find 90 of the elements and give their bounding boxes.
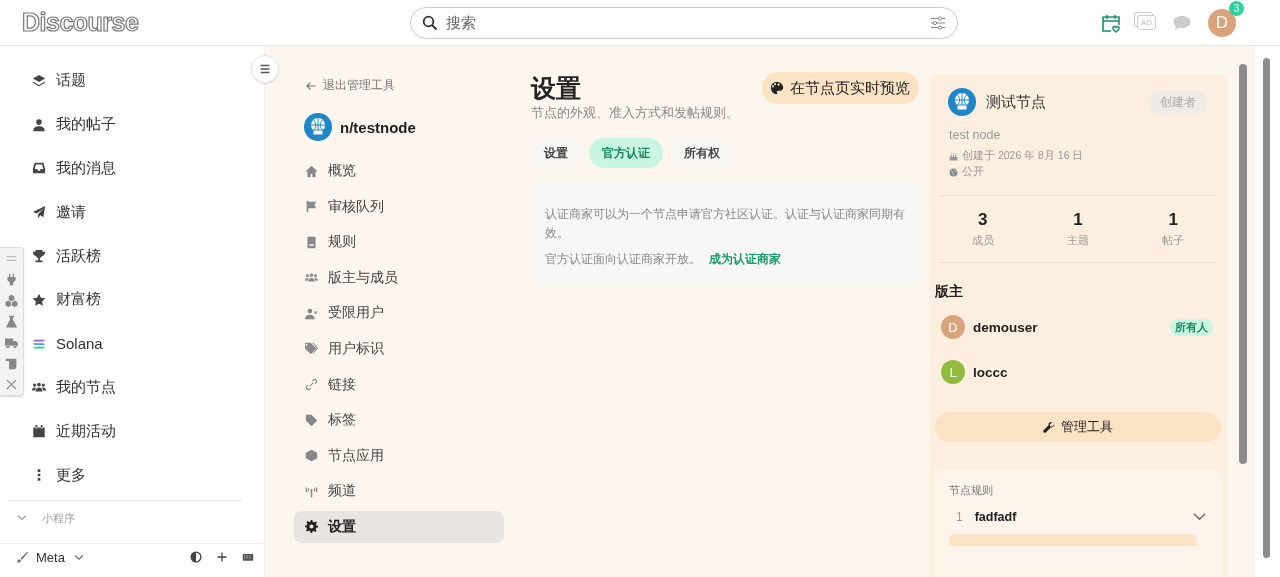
stat-value: 1 — [1073, 210, 1083, 230]
person-icon — [32, 117, 46, 132]
tab[interactable]: 所有权 — [671, 138, 733, 168]
stat-label: 主题 — [1067, 233, 1089, 248]
username[interactable]: demouser — [973, 319, 1038, 335]
link-icon — [305, 378, 318, 392]
contrast-icon[interactable] — [190, 551, 202, 564]
admin-nav-item[interactable]: 用户标识 — [294, 332, 504, 365]
sidebar-item[interactable]: 更多 — [32, 453, 264, 497]
stat-label: 帖子 — [1162, 233, 1185, 248]
back-link[interactable]: 退出管理工具 — [305, 77, 504, 94]
scroll-icon[interactable] — [5, 357, 18, 370]
cube-icon — [305, 449, 318, 463]
calendar-icon — [32, 424, 46, 439]
wrench-icon — [1043, 421, 1055, 433]
plug-icon[interactable] — [5, 273, 18, 286]
trophy-icon — [32, 249, 46, 264]
palette-icon — [770, 81, 784, 95]
rules-heading: 节点规则 — [949, 484, 994, 498]
plus-icon[interactable] — [216, 551, 228, 564]
menu-icon — [258, 62, 272, 76]
cubes-icon[interactable] — [5, 294, 18, 307]
info-note: 官方认证面向认证商家开放。 — [545, 251, 701, 268]
admin-nav-item[interactable]: 审核队列 — [294, 190, 504, 223]
gear-icon — [305, 520, 318, 534]
truck-icon[interactable] — [5, 336, 18, 349]
star-icon — [32, 292, 46, 307]
stat-value: 3 — [977, 210, 988, 230]
globe-logo-icon — [304, 113, 332, 141]
admin-nav-item[interactable]: 受限用户 — [294, 297, 504, 330]
sidebar-item[interactable]: 我的消息 — [32, 146, 264, 191]
admin-nav-item[interactable]: 标签 — [294, 404, 504, 437]
person-x-icon — [305, 306, 318, 320]
notification-count: 3 — [1229, 0, 1244, 16]
admin-nav-item[interactable]: 版主与成员 — [294, 261, 504, 294]
node-title: 测试节点 — [986, 92, 1046, 112]
sidebar-item[interactable]: 我的帖子 — [32, 102, 264, 147]
tag-icon — [305, 413, 318, 427]
visibility-label: 公开 — [962, 165, 984, 179]
calendar-heart-icon[interactable] — [1100, 12, 1121, 33]
globe-logo-icon — [948, 88, 976, 116]
owner-badge: 所有人 — [1170, 318, 1213, 336]
book-icon — [305, 235, 318, 249]
layers-icon — [32, 73, 46, 88]
page-title: 设置 — [531, 73, 581, 104]
close-icon[interactable] — [5, 378, 18, 391]
sidebar-item[interactable]: 近期活动 — [32, 409, 264, 454]
tab[interactable]: 官方认证 — [589, 138, 663, 168]
sidebar-item[interactable]: 财富榜 — [32, 278, 264, 322]
paper-plane-icon — [32, 205, 46, 220]
keyboard-icon[interactable] — [242, 551, 254, 564]
node-name: n/testnode — [340, 118, 416, 136]
filter-sliders-icon[interactable] — [930, 14, 946, 31]
sidebar-item[interactable]: Solana — [32, 321, 264, 366]
logo[interactable]: Discourse — [22, 8, 410, 37]
antenna-icon — [305, 484, 318, 498]
moderators-heading: 版主 — [935, 283, 964, 301]
info-text: 认证商家可以为一个节点申请官方社区认证。认证与认证商家同期有效。 — [545, 206, 905, 242]
inbox-icon — [32, 161, 46, 176]
rule-item[interactable]: 1 fadfadf — [949, 509, 1207, 524]
theme-selector[interactable]: Meta — [16, 549, 85, 565]
flag-icon — [305, 200, 318, 214]
sidebar-item[interactable]: 邀请 — [32, 190, 264, 235]
preview-button[interactable]: 在节点页实时预览 — [762, 72, 919, 104]
home-icon — [305, 164, 318, 178]
people-icon — [305, 271, 318, 285]
sidebar-item[interactable]: 活跃榜 — [32, 234, 264, 278]
username[interactable]: loccc — [973, 364, 1008, 380]
created-date: 创建于 2026 年 8月 16 日 — [962, 149, 1084, 163]
flask-icon[interactable] — [5, 315, 18, 328]
admin-nav-item[interactable]: 链接 — [294, 368, 504, 401]
brush-icon — [16, 551, 28, 564]
role-badge: 创建者 — [1149, 89, 1207, 115]
tags-icon — [305, 342, 318, 356]
admin-nav-item[interactable]: 频道 — [294, 475, 504, 508]
stat-label: 成员 — [971, 233, 994, 248]
admin-tools-button[interactable]: 管理工具 — [935, 412, 1221, 442]
cake-icon — [949, 151, 958, 161]
sidebar-item[interactable]: 我的节点 — [32, 365, 264, 410]
search-field[interactable]: 搜索 — [410, 6, 958, 39]
admin-nav-item[interactable]: 设置 — [294, 510, 504, 543]
page-subtitle: 节点的外观、准入方式和发帖规则。 — [531, 104, 740, 122]
admin-nav-item[interactable]: 概览 — [294, 155, 504, 187]
globe-icon — [949, 167, 958, 177]
node-description: test node — [949, 128, 1002, 142]
arrow-left-icon — [305, 79, 317, 92]
tab[interactable]: 设置 — [531, 138, 581, 168]
admin-nav-item[interactable]: 规则 — [294, 226, 504, 259]
admin-nav-item[interactable]: 节点应用 — [294, 439, 504, 472]
stat-value: 1 — [1168, 210, 1179, 230]
